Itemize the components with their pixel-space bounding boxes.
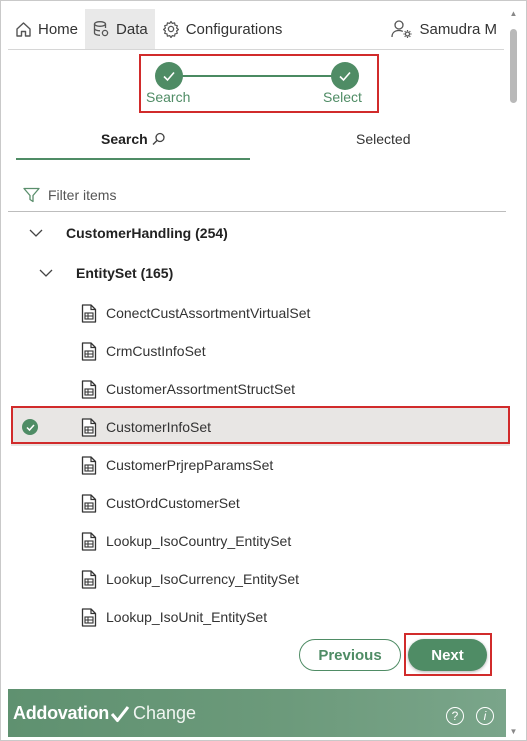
filter-icon <box>23 187 40 203</box>
tree-item[interactable]: CustOrdCustomerSet <box>11 484 510 522</box>
tree-item-label: CustomerAssortmentStructSet <box>106 381 296 397</box>
previous-button[interactable]: Previous <box>299 639 401 671</box>
tree-item-label: CustomerPrjrepParamsSet <box>106 457 274 473</box>
tree-item[interactable]: CustomerAssortmentStructSet <box>11 370 510 408</box>
scroll-up-icon[interactable]: ▲ <box>509 9 518 19</box>
tab-search[interactable]: Search <box>101 131 166 147</box>
app-window: Home Data Configurations Samudra M ▲ ▼ S… <box>0 0 527 741</box>
tree-item-label: ConectCustAssortmentVirtualSet <box>106 305 311 321</box>
file-table-icon <box>81 494 97 513</box>
tree-subgroup-entityset[interactable]: EntitySet (165) <box>39 265 173 281</box>
nav-configurations[interactable]: Configurations <box>155 9 290 49</box>
file-table-icon <box>81 456 97 475</box>
nav-data[interactable]: Data <box>85 9 155 49</box>
nav-home-label: Home <box>38 20 79 38</box>
tree-group-label: CustomerHandling (254) <box>66 225 228 241</box>
tree-item[interactable]: ConectCustAssortmentVirtualSet <box>11 294 510 332</box>
file-icon-wrap <box>81 304 97 328</box>
filter-divider <box>8 211 506 212</box>
tab-selected[interactable]: Selected <box>356 131 410 147</box>
file-icon-wrap <box>81 532 97 556</box>
stepper-highlight <box>139 54 379 113</box>
tree-item[interactable]: Lookup_IsoUnit_EntitySet <box>11 598 510 636</box>
tree-item-label: Lookup_IsoCurrency_EntitySet <box>106 571 299 587</box>
file-table-icon <box>81 380 97 399</box>
file-icon-wrap <box>81 608 97 632</box>
file-table-icon <box>81 342 97 361</box>
search-icon <box>152 132 165 145</box>
nav-data-label: Data <box>116 20 148 38</box>
tree-item-label: CustOrdCustomerSet <box>106 495 240 511</box>
tree-item-label: Lookup_IsoCountry_EntitySet <box>106 533 292 549</box>
database-icon <box>93 21 109 37</box>
footer-bar: Addovation Change ? i <box>8 689 506 737</box>
nav-configurations-label: Configurations <box>185 20 283 38</box>
file-icon-wrap <box>81 494 97 518</box>
tree-item-label: CrmCustInfoSet <box>106 343 206 359</box>
tree-group-customerhandling[interactable]: CustomerHandling (254) <box>29 225 228 241</box>
gear-icon <box>162 20 179 38</box>
tab-search-label: Search <box>101 131 148 147</box>
file-table-icon <box>81 304 97 323</box>
filter-placeholder: Filter items <box>48 187 117 203</box>
file-table-icon <box>81 532 97 551</box>
tree-item[interactable]: CrmCustInfoSet <box>11 332 510 370</box>
check-logo-icon <box>110 705 130 722</box>
user-settings-icon <box>391 20 412 38</box>
tree-subgroup-label: EntitySet (165) <box>76 265 174 281</box>
file-icon-wrap <box>81 456 97 480</box>
chevron-down-icon <box>29 229 43 237</box>
tree-item-label: Lookup_IsoUnit_EntitySet <box>106 609 268 625</box>
selection-highlight <box>11 406 510 444</box>
filter-input[interactable]: Filter items <box>23 187 116 203</box>
brand-logo: Addovation Change <box>13 703 196 724</box>
scrollbar-thumb[interactable] <box>510 29 517 103</box>
top-navigation: Home Data Configurations Samudra M <box>8 9 504 50</box>
tree-item[interactable]: Lookup_IsoCountry_EntitySet <box>11 522 510 560</box>
brand-name: Addovation <box>13 703 109 723</box>
chevron-down-icon <box>39 269 53 277</box>
home-icon <box>16 21 31 37</box>
tab-active-indicator <box>16 158 250 160</box>
help-icon[interactable]: ? <box>446 707 464 725</box>
file-table-icon <box>81 570 97 589</box>
file-icon-wrap <box>81 342 97 366</box>
nav-home[interactable]: Home <box>8 9 85 49</box>
user-name: Samudra M <box>419 20 497 38</box>
file-icon-wrap <box>81 570 97 594</box>
scroll-down-icon[interactable]: ▼ <box>509 727 518 737</box>
next-button-highlight <box>404 633 492 676</box>
brand-product: Change <box>133 703 197 723</box>
scrollbar[interactable]: ▲ ▼ <box>509 9 518 737</box>
info-icon[interactable]: i <box>476 707 494 725</box>
file-table-icon <box>81 608 97 627</box>
user-menu[interactable]: Samudra M <box>384 9 504 49</box>
tree-item[interactable]: CustomerPrjrepParamsSet <box>11 446 510 484</box>
file-icon-wrap <box>81 380 97 404</box>
tree-item[interactable]: Lookup_IsoCurrency_EntitySet <box>11 560 510 598</box>
